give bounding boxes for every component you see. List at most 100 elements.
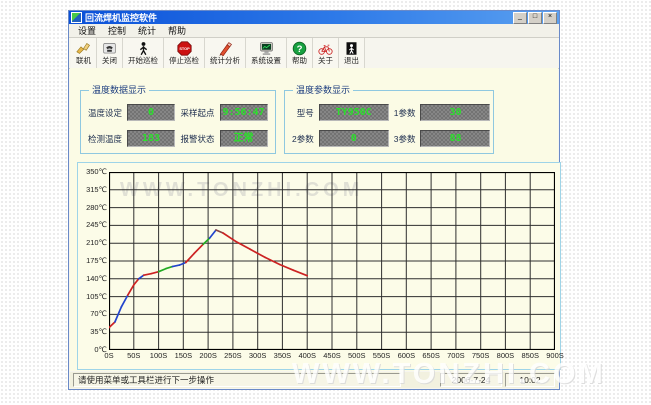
toolbar-button-inspector-person[interactable]: 开始巡检 bbox=[123, 38, 164, 68]
toolbar-button-connect[interactable]: 联机 bbox=[71, 38, 97, 68]
menu-bar: 设置控制统计帮助 bbox=[69, 24, 559, 38]
app-window: 回流焊机监控软件 _ □ × 设置控制统计帮助 联机关闭开始巡检STOP停止巡检… bbox=[68, 10, 560, 390]
toolbar-button-stop-sign[interactable]: STOP 停止巡检 bbox=[164, 38, 205, 68]
svg-text:?: ? bbox=[297, 44, 303, 55]
y-axis-tick-label: 245℃ bbox=[80, 221, 107, 229]
maximize-button[interactable]: □ bbox=[528, 12, 542, 24]
x-axis-tick-label: 450S bbox=[319, 352, 345, 360]
svg-text:STOP: STOP bbox=[179, 47, 190, 51]
toolbar-button-exit-door[interactable]: 退出 bbox=[339, 38, 365, 68]
menu-item-3[interactable]: 统计 bbox=[132, 24, 162, 37]
analysis-pen-icon bbox=[218, 41, 233, 56]
field-label: 1参数 bbox=[394, 107, 416, 119]
field-label: 采样起点 bbox=[181, 107, 215, 119]
field-value-display: 0 bbox=[319, 130, 389, 147]
x-axis-tick-label: 650S bbox=[418, 352, 444, 360]
x-axis-tick-label: 350S bbox=[269, 352, 295, 360]
field-value-display: 0 bbox=[127, 104, 175, 121]
y-axis-tick-label: 175℃ bbox=[80, 257, 107, 265]
inspector-person-icon bbox=[136, 41, 151, 56]
toolbar-button-monitor[interactable]: 系统设置 bbox=[246, 38, 287, 68]
menu-item-1[interactable]: 设置 bbox=[72, 24, 102, 37]
temperature-params-panel: 温度参数显示 型号TY950C1参数302参数03参数88 bbox=[284, 90, 494, 154]
toolbar-button-label: 联机 bbox=[76, 57, 91, 65]
field-value-display: 9:56:47 bbox=[220, 104, 268, 121]
field-value-display: TY950C bbox=[319, 104, 389, 121]
field-value-display: 30 bbox=[420, 104, 490, 121]
toolbar-button-label: 停止巡检 bbox=[169, 57, 199, 65]
temperature-params-fields: 型号 TY950C 1参数 30 2参数 0 3参数 88 bbox=[285, 91, 493, 147]
temperature-data-fields: 温度设定 0 采样起点 9:56:47 检测温度 183 报警状态正常 bbox=[81, 91, 275, 147]
field-label: 温度设定 bbox=[88, 107, 122, 119]
x-axis-tick-label: 200S bbox=[195, 352, 221, 360]
toolbar-button-label: 退出 bbox=[344, 57, 359, 65]
window-title: 回流焊机监控软件 bbox=[85, 11, 512, 24]
temperature-data-panel-title: 温度数据显示 bbox=[89, 85, 149, 95]
x-axis-tick-label: 850S bbox=[517, 352, 543, 360]
temperature-params-panel-title: 温度参数显示 bbox=[293, 85, 353, 95]
status-date: 2006-7-24 bbox=[440, 373, 502, 387]
bicycle-icon bbox=[318, 41, 333, 56]
field-label: 3参数 bbox=[394, 133, 416, 145]
temperature-plot bbox=[109, 172, 555, 350]
x-axis-tick-label: 100S bbox=[146, 352, 172, 360]
y-axis-tick-label: 35℃ bbox=[80, 328, 107, 336]
status-message: 请使用菜单或工具栏进行下一步操作 bbox=[73, 373, 401, 387]
toolbar-button-label: 帮助 bbox=[292, 57, 307, 65]
x-axis-tick-label: 50S bbox=[121, 352, 147, 360]
field-label: 型号 bbox=[292, 107, 314, 119]
field-label: 2参数 bbox=[292, 133, 314, 145]
y-axis-tick-label: 280℃ bbox=[80, 204, 107, 212]
close-button[interactable]: × bbox=[543, 12, 557, 24]
menu-item-4[interactable]: 帮助 bbox=[162, 24, 192, 37]
toolbar-button-phone[interactable]: 关闭 bbox=[97, 38, 123, 68]
exit-door-icon bbox=[344, 41, 359, 56]
toolbar-button-help-question[interactable]: ? 帮助 bbox=[287, 38, 313, 68]
y-axis-tick-label: 105℃ bbox=[80, 293, 107, 301]
toolbar-button-label: 统计分析 bbox=[210, 57, 240, 65]
x-axis-tick-label: 900S bbox=[542, 352, 568, 360]
x-axis-tick-label: 0S bbox=[96, 352, 122, 360]
app-icon bbox=[71, 12, 82, 23]
y-axis-tick-label: 70℃ bbox=[80, 310, 107, 318]
temperature-chart-panel: WWW.TONZHI.COM 350℃315℃280℃245℃210℃175℃1… bbox=[77, 162, 561, 370]
stop-sign-icon: STOP bbox=[177, 41, 192, 56]
toolbar-button-label: 关于 bbox=[318, 57, 333, 65]
x-axis-tick-label: 700S bbox=[443, 352, 469, 360]
y-axis-tick-label: 350℃ bbox=[80, 168, 107, 176]
y-axis-tick-label: 140℃ bbox=[80, 275, 107, 283]
y-axis-tick-label: 315℃ bbox=[80, 186, 107, 194]
field-value-display: 正常 bbox=[220, 130, 268, 147]
title-bar[interactable]: 回流焊机监控软件 _ □ × bbox=[69, 11, 559, 24]
connect-icon bbox=[76, 41, 91, 56]
field-value-display: 183 bbox=[127, 130, 175, 147]
x-axis-tick-label: 800S bbox=[492, 352, 518, 360]
x-axis-tick-label: 750S bbox=[468, 352, 494, 360]
phone-icon bbox=[102, 41, 117, 56]
menu-item-2[interactable]: 控制 bbox=[102, 24, 132, 37]
client-area: 温度数据显示 温度设定 0 采样起点 9:56:47 检测温度 183 报警状态正常 温度参… bbox=[70, 68, 558, 371]
field-value-display: 88 bbox=[420, 130, 490, 147]
status-time: 10:02 bbox=[505, 373, 555, 387]
toolbar-button-label: 开始巡检 bbox=[128, 57, 158, 65]
toolbar-button-bicycle[interactable]: 关于 bbox=[313, 38, 339, 68]
field-label: 检测温度 bbox=[88, 133, 122, 145]
toolbar-button-label: 系统设置 bbox=[251, 57, 281, 65]
x-axis-tick-label: 400S bbox=[294, 352, 320, 360]
x-axis-tick-label: 600S bbox=[393, 352, 419, 360]
x-axis-tick-label: 550S bbox=[369, 352, 395, 360]
screenshot-canvas: { "window": { "title": "回流焊机监控软件", "mini… bbox=[0, 0, 651, 405]
toolbar: 联机 关闭 开始巡检 STOP 停止巡检 统计分析 系统设置? 帮助 关于 退出 bbox=[69, 38, 559, 69]
monitor-icon bbox=[259, 41, 274, 56]
toolbar-button-label: 关闭 bbox=[102, 57, 117, 65]
x-axis-tick-label: 500S bbox=[344, 352, 370, 360]
x-axis-tick-label: 150S bbox=[170, 352, 196, 360]
x-axis-tick-label: 300S bbox=[245, 352, 271, 360]
x-axis-tick-label: 250S bbox=[220, 352, 246, 360]
temperature-data-panel: 温度数据显示 温度设定0采样起点9:56:47检测温度183报警状态正常 bbox=[80, 90, 276, 154]
field-label: 报警状态 bbox=[181, 133, 215, 145]
minimize-button[interactable]: _ bbox=[513, 12, 527, 24]
y-axis-tick-label: 210℃ bbox=[80, 239, 107, 247]
help-question-icon: ? bbox=[292, 41, 307, 56]
toolbar-button-analysis-pen[interactable]: 统计分析 bbox=[205, 38, 246, 68]
